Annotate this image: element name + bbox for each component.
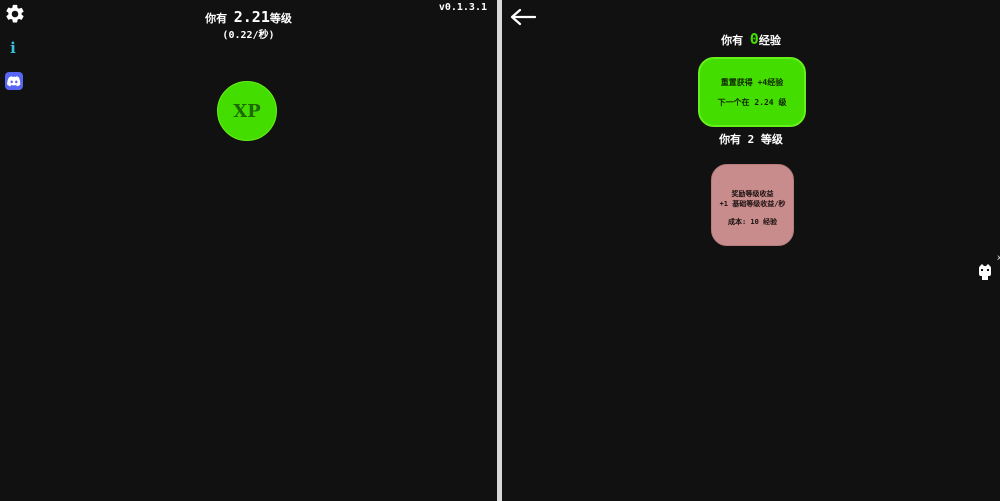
level-count: 你有 2 等级 bbox=[719, 133, 783, 146]
version-label: v0.1.3.1 bbox=[438, 2, 487, 13]
reset-gain-text: 重置获得 +4经验 bbox=[720, 78, 784, 87]
xp-prefix: 你有 bbox=[721, 34, 744, 47]
upgrade-title: 奖励等级收益 bbox=[731, 190, 774, 198]
mascot-icon[interactable] bbox=[978, 264, 992, 280]
back-arrow-icon[interactable] bbox=[510, 8, 536, 26]
xp-pane: 你有 0经验 重置获得 +4经验 下一个在 2.24 级 你有 2 等级 奖励等… bbox=[502, 0, 1000, 501]
upgrade-cost: 成本: 10 经验 bbox=[727, 218, 778, 226]
level-value: 2.21 bbox=[233, 8, 270, 26]
upgrade-description: +1 基础等级收益/秒 bbox=[719, 200, 786, 208]
level-display: 你有 2.21等级 bbox=[0, 8, 497, 26]
upgrade-button[interactable]: 奖励等级收益 +1 基础等级收益/秒 成本: 10 经验 bbox=[711, 164, 794, 246]
level-prefix: 你有 bbox=[205, 12, 228, 25]
reset-next-text: 下一个在 2.24 级 bbox=[717, 98, 787, 107]
level-pane: i 你有 2.21等级 (0.22/秒) v0.1.3.1 XP bbox=[0, 0, 497, 501]
discord-icon[interactable] bbox=[5, 72, 23, 90]
xp-display: 你有 0经验 bbox=[502, 30, 1000, 48]
level-rate: (0.22/秒) bbox=[222, 30, 275, 41]
xp-value: 0 bbox=[749, 30, 759, 48]
info-icon[interactable]: i bbox=[6, 38, 20, 58]
xp-suffix: 经验 bbox=[758, 34, 781, 47]
level-suffix: 等级 bbox=[269, 12, 292, 25]
reset-button[interactable]: 重置获得 +4经验 下一个在 2.24 级 bbox=[698, 57, 806, 127]
xp-button[interactable]: XP bbox=[217, 81, 277, 141]
